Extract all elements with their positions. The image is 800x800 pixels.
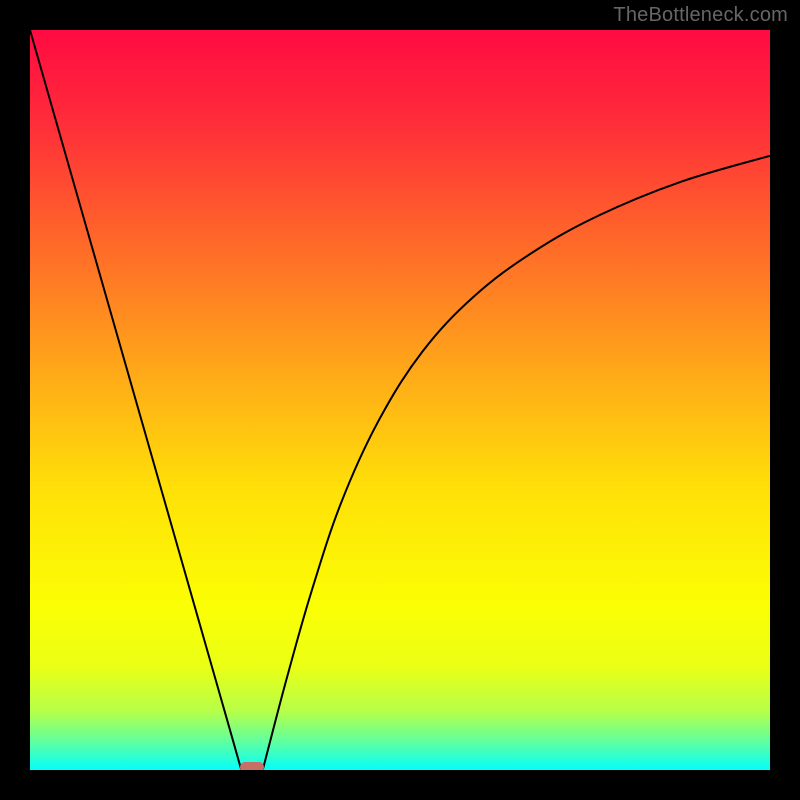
minimum-marker [240, 762, 264, 770]
chart-frame: TheBottleneck.com [0, 0, 800, 800]
background-gradient [30, 30, 770, 770]
watermark-text: TheBottleneck.com [613, 4, 788, 27]
plot-area [30, 30, 770, 770]
